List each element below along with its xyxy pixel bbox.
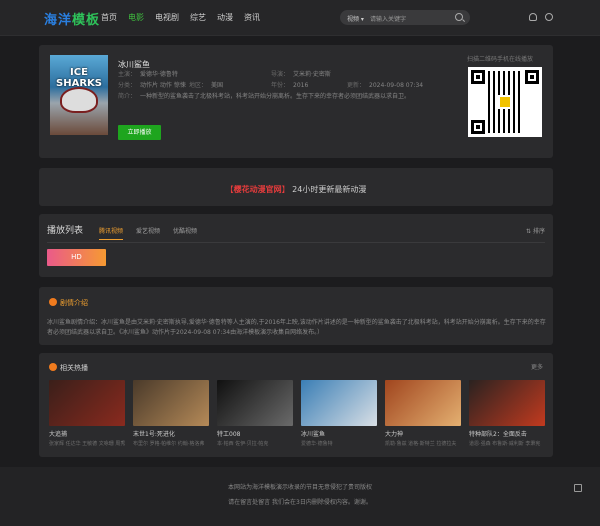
playlist-panel: 播放列表 腾讯视频 爱艺视频 优酷视频 ⇅ 排序 HD [39,214,553,277]
notice-text: 【樱花动漫官网】 24小时更新最新动漫 [225,185,367,194]
region-row: 地区： 美国 [189,82,224,89]
related-card[interactable]: 大力神凯勒·鲁兹 道格·斯特兰 拉德拉夫 [385,380,461,447]
footer-line-1: 本网站为海洋模板演示收录的节目无意侵犯了贵司版权 [227,484,372,491]
section-icon [49,363,57,371]
site-logo[interactable]: 海洋模板 [44,9,100,28]
qr-caption: 扫描二维码手机在线播放 [467,56,534,63]
sort-button[interactable]: ⇅ 排序 [526,226,545,235]
back-to-top-icon[interactable] [574,484,582,492]
footer-line-2: 请在留言处留言 我们会在3日内删除侵权内容。谢谢。 [228,499,372,506]
notice-banner: 【樱花动漫官网】 24小时更新最新动漫 [39,168,553,206]
related-card[interactable]: 冰川鲨鱼爱德华·德鲁特 [301,380,377,447]
related-title[interactable]: 大力神 [385,429,461,438]
episode-button-hd[interactable]: HD [47,249,106,266]
qr-finder [471,120,485,134]
related-panel: 相关热播 更多 大追捕 张家辉 任达华 王敏德 文咏珊 周秀娜 末世1号:死进化 布里… [39,353,553,457]
divider [47,242,545,243]
nav-tv[interactable]: 电视剧 [155,12,179,23]
related-thumbnail[interactable] [133,380,209,426]
nav-home[interactable]: 首页 [101,12,117,23]
related-title[interactable]: 特工008 [217,429,293,438]
tab-source-youku[interactable]: 优酷视频 [173,226,197,240]
qr-logo-icon [498,95,512,109]
related-title[interactable]: 特种部队2：全面反击 [469,429,545,438]
play-now-button[interactable]: 立即播放 [118,125,161,140]
related-cast: 布里尔 罗格·帕维尔 约翰·格洛弗 [133,441,205,447]
intro-text: 冰川鲨鱼剧情介绍：冰川鲨鱼是由艾米莉·史密斯执导,爱德华·德鲁特等人主演的,于2… [47,319,546,336]
notice-link[interactable]: 樱花动漫官网 [234,185,282,194]
related-title[interactable]: 大追捕 [49,429,125,438]
history-clock-icon[interactable] [545,13,553,21]
movie-poster[interactable]: ICE SHARKS [50,55,108,135]
search-icon[interactable] [455,13,463,21]
updated-row: 更新： 2024-09-08 07:34 [347,82,424,89]
tab-source-aiyi[interactable]: 爱艺视频 [136,226,160,240]
related-cast: 张家辉 任达华 王敏德 文咏珊 周秀娜 [49,441,125,447]
search-category-select[interactable]: 视频 ▾ [347,14,364,23]
nav-news[interactable]: 资讯 [244,12,260,23]
sort-icon: ⇅ [526,228,532,235]
site-footer: 本网站为海洋模板演示收录的节目无意侵犯了贵司版权 请在留言处留言 我们会在3日内… [0,467,600,526]
site-header: 海洋模板 首页 电影 电视剧 综艺 动漫 资讯 视频 ▾ 请输入关键字 [0,0,600,36]
starring-row: 主演： 爱德华·德鲁特 [118,71,178,78]
qr-finder [471,70,485,84]
related-card[interactable]: 特种部队2：全面反击 道恩·强森 布鲁斯·威利斯 李秉宪 [469,380,545,447]
intro-heading: 剧情介绍 [49,298,88,308]
genre-row: 分类： 动作片 动作 惊悚 [118,82,186,89]
nav-variety[interactable]: 综艺 [190,12,206,23]
more-link[interactable]: 更多 [531,362,543,371]
related-thumbnail[interactable] [385,380,461,426]
section-icon [49,298,57,306]
related-card[interactable]: 特工008 本·帕西 佐伊·贝拉·帕克 [217,380,293,447]
main-nav: 首页 电影 电视剧 综艺 动漫 资讯 [101,12,260,23]
intro-panel: 剧情介绍 冰川鲨鱼剧情介绍：冰川鲨鱼是由艾米莉·史密斯执导,爱德华·德鲁特等人主… [39,287,553,345]
summary-row: 简介： 一种新型的鲨鱼袭击了北极科考站，科考站开始分崩离析。生存下来的幸存者必须团… [118,93,411,100]
related-thumbnail[interactable] [469,380,545,426]
shark-jaw-graphic [60,87,98,113]
related-heading: 相关热播 [49,363,88,373]
playlist-title: 播放列表 [47,226,84,236]
related-title[interactable]: 冰川鲨鱼 [301,429,377,438]
related-cast: 道恩·强森 布鲁斯·威利斯 李秉宪 [469,441,541,447]
related-title[interactable]: 末世1号:死进化 [133,429,209,438]
related-cast: 爱德华·德鲁特 [301,441,333,447]
related-thumbnail[interactable] [217,380,293,426]
movie-info-panel: ICE SHARKS 冰川鲨鱼 主演： 爱德华·德鲁特 导演： 艾米莉·史密斯 分类… [39,45,553,158]
qr-finder [525,70,539,84]
nav-anime[interactable]: 动漫 [217,12,233,23]
director-row: 导演： 艾米莉·史密斯 [271,71,331,78]
year-row: 年份： 2016 [271,82,309,89]
related-thumbnail[interactable] [301,380,377,426]
poster-title: ICE SHARKS [56,67,102,89]
source-tabs: 腾讯视频 爱艺视频 优酷视频 [99,226,197,240]
related-card[interactable]: 大追捕张家辉 任达华 王敏德 文咏珊 周秀娜 [49,380,125,447]
related-card[interactable]: 末世1号:死进化 布里尔 罗格·帕维尔 约翰·格洛弗 [133,380,209,447]
related-cast: 本·帕西 佐伊·贝拉·帕克 [217,441,269,447]
nav-movie[interactable]: 电影 [128,12,144,23]
qr-code [468,67,542,137]
search-input[interactable]: 请输入关键字 [370,14,406,23]
user-icon[interactable] [529,13,537,21]
related-cast: 凯勒·鲁兹 道格·斯特兰 拉德拉夫 [385,441,457,447]
related-thumbnail[interactable] [49,380,125,426]
tab-source-tencent[interactable]: 腾讯视频 [99,226,124,240]
search-box: 视频 ▾ 请输入关键字 [340,10,470,25]
